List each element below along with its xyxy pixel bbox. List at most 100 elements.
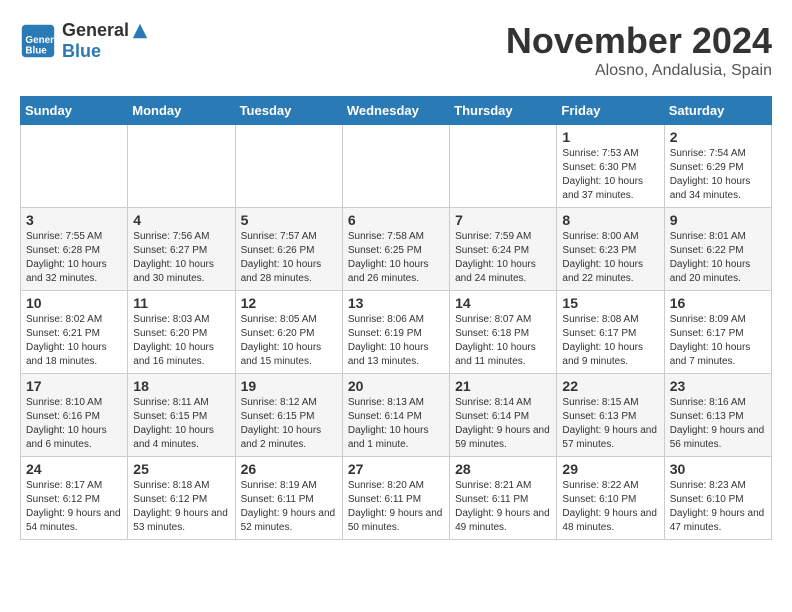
day-number: 2 <box>670 129 766 145</box>
day-cell-4: 4 Sunrise: 7:56 AM Sunset: 6:27 PM Daylig… <box>128 208 235 291</box>
day-number: 3 <box>26 212 122 228</box>
svg-text:General: General <box>25 35 56 46</box>
day-info: Sunrise: 8:01 AM Sunset: 6:22 PM Dayligh… <box>670 230 766 286</box>
header-row: SundayMondayTuesdayWednesdayThursdayFrid… <box>21 97 772 125</box>
day-info: Sunrise: 7:55 AM Sunset: 6:28 PM Dayligh… <box>26 230 122 286</box>
day-info: Sunrise: 8:22 AM Sunset: 6:10 PM Dayligh… <box>562 479 658 535</box>
week-row-5: 24 Sunrise: 8:17 AM Sunset: 6:12 PM Dayli… <box>21 457 772 540</box>
day-cell-7: 7Sunrise: 7:59 AM Sunset: 6:24 PM Daylig… <box>450 208 557 291</box>
day-header-wednesday: Wednesday <box>342 97 449 125</box>
day-number: 15 <box>562 295 658 311</box>
day-cell-24: 24 Sunrise: 8:17 AM Sunset: 6:12 PM Dayli… <box>21 457 128 540</box>
day-number: 8 <box>562 212 658 228</box>
day-info: Sunrise: 8:23 AM Sunset: 6:10 PM Dayligh… <box>670 479 766 535</box>
day-cell-5: 5 Sunrise: 7:57 AM Sunset: 6:26 PM Daylig… <box>235 208 342 291</box>
day-info: Sunrise: 8:06 AM Sunset: 6:19 PM Dayligh… <box>348 313 444 369</box>
day-number: 28 <box>455 461 551 477</box>
day-info: Sunrise: 8:12 AM Sunset: 6:15 PM Dayligh… <box>241 396 337 452</box>
day-cell-1: 1 Sunrise: 7:53 AM Sunset: 6:30 PM Daylig… <box>557 125 664 208</box>
logo-text: General <box>62 20 149 41</box>
day-cell-14: 14 Sunrise: 8:07 AM Sunset: 6:18 PM Dayli… <box>450 291 557 374</box>
day-info: Sunrise: 8:13 AM Sunset: 6:14 PM Dayligh… <box>348 396 444 452</box>
day-info: Sunrise: 7:53 AM Sunset: 6:30 PM Dayligh… <box>562 147 658 203</box>
day-cell-10: 10 Sunrise: 8:02 AM Sunset: 6:21 PM Dayli… <box>21 291 128 374</box>
day-number: 5 <box>241 212 337 228</box>
day-info: Sunrise: 8:08 AM Sunset: 6:17 PM Dayligh… <box>562 313 658 369</box>
empty-cell <box>235 125 342 208</box>
day-info: Sunrise: 7:56 AM Sunset: 6:27 PM Dayligh… <box>133 230 229 286</box>
day-info: Sunrise: 8:14 AM Sunset: 6:14 PM Dayligh… <box>455 396 551 452</box>
day-number: 19 <box>241 378 337 394</box>
day-number: 14 <box>455 295 551 311</box>
day-number: 27 <box>348 461 444 477</box>
day-info: Sunrise: 8:09 AM Sunset: 6:17 PM Dayligh… <box>670 313 766 369</box>
empty-cell <box>342 125 449 208</box>
day-info: Sunrise: 8:11 AM Sunset: 6:15 PM Dayligh… <box>133 396 229 452</box>
day-cell-13: 13Sunrise: 8:06 AM Sunset: 6:19 PM Dayli… <box>342 291 449 374</box>
day-number: 10 <box>26 295 122 311</box>
day-info: Sunrise: 7:54 AM Sunset: 6:29 PM Dayligh… <box>670 147 766 203</box>
day-number: 16 <box>670 295 766 311</box>
day-info: Sunrise: 8:02 AM Sunset: 6:21 PM Dayligh… <box>26 313 122 369</box>
month-title: November 2024 <box>506 20 772 62</box>
day-info: Sunrise: 8:16 AM Sunset: 6:13 PM Dayligh… <box>670 396 766 452</box>
calendar-table: SundayMondayTuesdayWednesdayThursdayFrid… <box>20 96 772 540</box>
day-cell-27: 27Sunrise: 8:20 AM Sunset: 6:11 PM Dayli… <box>342 457 449 540</box>
day-cell-23: 23 Sunrise: 8:16 AM Sunset: 6:13 PM Dayli… <box>664 374 771 457</box>
day-number: 11 <box>133 295 229 311</box>
day-cell-26: 26 Sunrise: 8:19 AM Sunset: 6:11 PM Dayli… <box>235 457 342 540</box>
day-info: Sunrise: 7:59 AM Sunset: 6:24 PM Dayligh… <box>455 230 551 286</box>
week-row-4: 17 Sunrise: 8:10 AM Sunset: 6:16 PM Dayli… <box>21 374 772 457</box>
day-header-tuesday: Tuesday <box>235 97 342 125</box>
day-cell-8: 8Sunrise: 8:00 AM Sunset: 6:23 PM Daylig… <box>557 208 664 291</box>
day-number: 22 <box>562 378 658 394</box>
day-number: 4 <box>133 212 229 228</box>
location: Alosno, Andalusia, Spain <box>506 62 772 80</box>
header: General Blue General Blue November 2024 … <box>20 20 772 80</box>
day-info: Sunrise: 8:18 AM Sunset: 6:12 PM Dayligh… <box>133 479 229 535</box>
day-cell-11: 11Sunrise: 8:03 AM Sunset: 6:20 PM Dayli… <box>128 291 235 374</box>
day-info: Sunrise: 8:05 AM Sunset: 6:20 PM Dayligh… <box>241 313 337 369</box>
day-number: 24 <box>26 461 122 477</box>
day-cell-16: 16 Sunrise: 8:09 AM Sunset: 6:17 PM Dayli… <box>664 291 771 374</box>
day-number: 25 <box>133 461 229 477</box>
day-cell-3: 3 Sunrise: 7:55 AM Sunset: 6:28 PM Daylig… <box>21 208 128 291</box>
day-info: Sunrise: 7:58 AM Sunset: 6:25 PM Dayligh… <box>348 230 444 286</box>
day-number: 23 <box>670 378 766 394</box>
day-cell-9: 9 Sunrise: 8:01 AM Sunset: 6:22 PM Daylig… <box>664 208 771 291</box>
day-number: 21 <box>455 378 551 394</box>
day-cell-15: 15 Sunrise: 8:08 AM Sunset: 6:17 PM Dayli… <box>557 291 664 374</box>
day-header-saturday: Saturday <box>664 97 771 125</box>
day-number: 30 <box>670 461 766 477</box>
day-info: Sunrise: 8:07 AM Sunset: 6:18 PM Dayligh… <box>455 313 551 369</box>
empty-cell <box>450 125 557 208</box>
day-number: 9 <box>670 212 766 228</box>
day-cell-12: 12 Sunrise: 8:05 AM Sunset: 6:20 PM Dayli… <box>235 291 342 374</box>
day-cell-17: 17 Sunrise: 8:10 AM Sunset: 6:16 PM Dayli… <box>21 374 128 457</box>
logo: General Blue General Blue <box>20 20 149 62</box>
day-info: Sunrise: 7:57 AM Sunset: 6:26 PM Dayligh… <box>241 230 337 286</box>
day-number: 6 <box>348 212 444 228</box>
day-cell-20: 20Sunrise: 8:13 AM Sunset: 6:14 PM Dayli… <box>342 374 449 457</box>
day-cell-21: 21 Sunrise: 8:14 AM Sunset: 6:14 PM Dayli… <box>450 374 557 457</box>
day-cell-18: 18Sunrise: 8:11 AM Sunset: 6:15 PM Dayli… <box>128 374 235 457</box>
day-header-friday: Friday <box>557 97 664 125</box>
week-row-1: 1 Sunrise: 7:53 AM Sunset: 6:30 PM Daylig… <box>21 125 772 208</box>
empty-cell <box>128 125 235 208</box>
empty-cell <box>21 125 128 208</box>
day-number: 29 <box>562 461 658 477</box>
day-number: 17 <box>26 378 122 394</box>
day-cell-19: 19 Sunrise: 8:12 AM Sunset: 6:15 PM Dayli… <box>235 374 342 457</box>
day-number: 26 <box>241 461 337 477</box>
day-info: Sunrise: 8:17 AM Sunset: 6:12 PM Dayligh… <box>26 479 122 535</box>
day-info: Sunrise: 8:10 AM Sunset: 6:16 PM Dayligh… <box>26 396 122 452</box>
day-number: 1 <box>562 129 658 145</box>
week-row-2: 3 Sunrise: 7:55 AM Sunset: 6:28 PM Daylig… <box>21 208 772 291</box>
day-info: Sunrise: 8:19 AM Sunset: 6:11 PM Dayligh… <box>241 479 337 535</box>
day-number: 12 <box>241 295 337 311</box>
title-section: November 2024 Alosno, Andalusia, Spain <box>506 20 772 80</box>
day-cell-25: 25 Sunrise: 8:18 AM Sunset: 6:12 PM Dayli… <box>128 457 235 540</box>
svg-text:Blue: Blue <box>25 46 47 57</box>
day-cell-30: 30 Sunrise: 8:23 AM Sunset: 6:10 PM Dayli… <box>664 457 771 540</box>
logo-icon: General Blue <box>20 23 56 59</box>
